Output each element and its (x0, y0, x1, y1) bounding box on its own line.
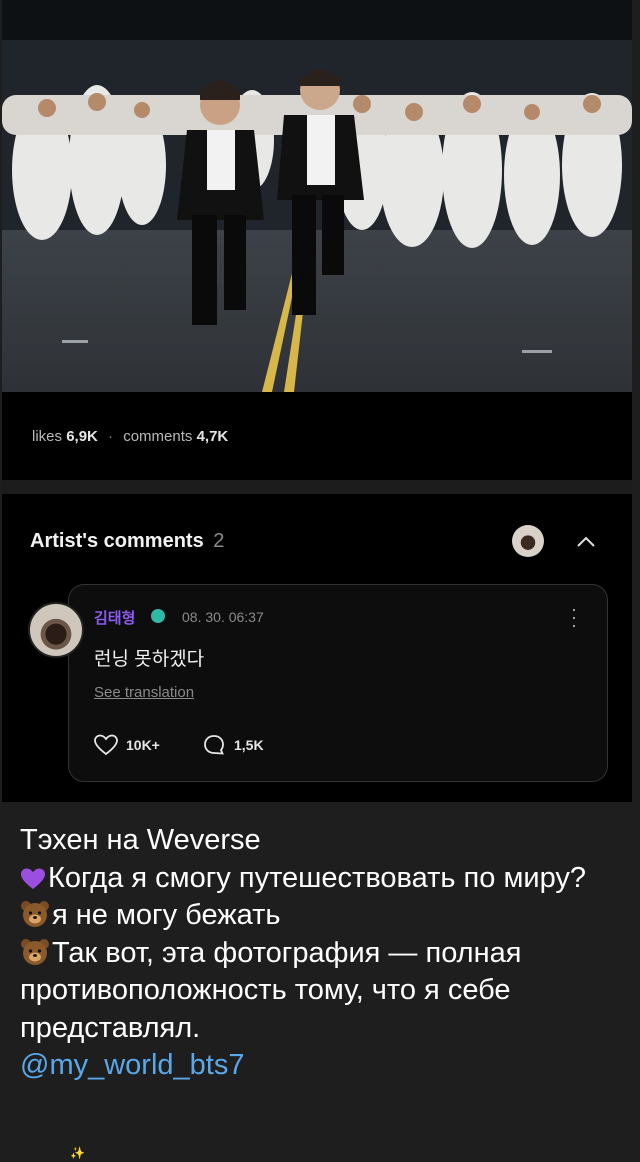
bear-icon (21, 901, 49, 927)
comment-text: 런닝 못하겠다 (94, 649, 205, 670)
see-translation-link[interactable]: See translation (94, 684, 194, 701)
caption-line-2: Когда я смогу путешествовать по миру? (20, 860, 626, 898)
channel-mention-link[interactable]: @my_world_bts7 (20, 1047, 626, 1085)
comment-author-avatar[interactable] (28, 602, 84, 658)
stats-separator: · (108, 428, 114, 445)
embedded-screenshot: likes 6,9K · comments 4,7K Artist's comm… (2, 0, 632, 802)
caption-line-4: Так вот, эта фотография — полная противо… (20, 935, 626, 1048)
message-caption: Тэхен на Weverse Когда я смогу путешеств… (20, 822, 626, 1085)
caption-line-4-text: Так вот, эта фотография — полная противо… (20, 936, 522, 1044)
artist-comments-header: Artist's comments 2 (30, 530, 224, 553)
bear-icon (21, 938, 49, 965)
caption-line-1: Тэхен на Weverse (20, 824, 261, 856)
verified-badge-icon (151, 609, 165, 623)
likes-count: 6,9K (66, 428, 98, 445)
caption-line-3: я не могу бежать (20, 897, 626, 935)
heart-icon[interactable] (94, 734, 118, 756)
chevron-up-icon[interactable] (574, 534, 598, 550)
reply-bubble-icon[interactable] (202, 733, 226, 757)
photo-illustration (2, 0, 632, 392)
section-divider (2, 480, 632, 494)
comment-like-count: 10K+ (126, 737, 160, 753)
comments-count: 4,7K (196, 428, 229, 445)
artist-comments-count: 2 (213, 530, 225, 552)
artist-comments-title: Artist's comments (30, 530, 204, 552)
post-stats: likes 6,9K · comments 4,7K (32, 428, 228, 445)
comment-author-name[interactable]: 김태형 (94, 607, 135, 628)
comment-date: 08. 30. 06:37 (182, 609, 264, 625)
post-photo[interactable] (2, 0, 632, 392)
purple-heart-icon (21, 868, 45, 889)
sparkle-icon: ✨ (70, 1146, 85, 1160)
comments-label: comments (123, 428, 193, 445)
caption-line-3-text: я не могу бежать (52, 899, 281, 931)
likes-label: likes (32, 428, 63, 445)
caption-line-2-text: Когда я смогу путешествовать по миру? (48, 861, 587, 894)
artist-avatar[interactable] (512, 525, 544, 557)
comment-reply-count: 1,5K (234, 737, 264, 753)
more-options-icon[interactable]: · · · (568, 600, 580, 634)
